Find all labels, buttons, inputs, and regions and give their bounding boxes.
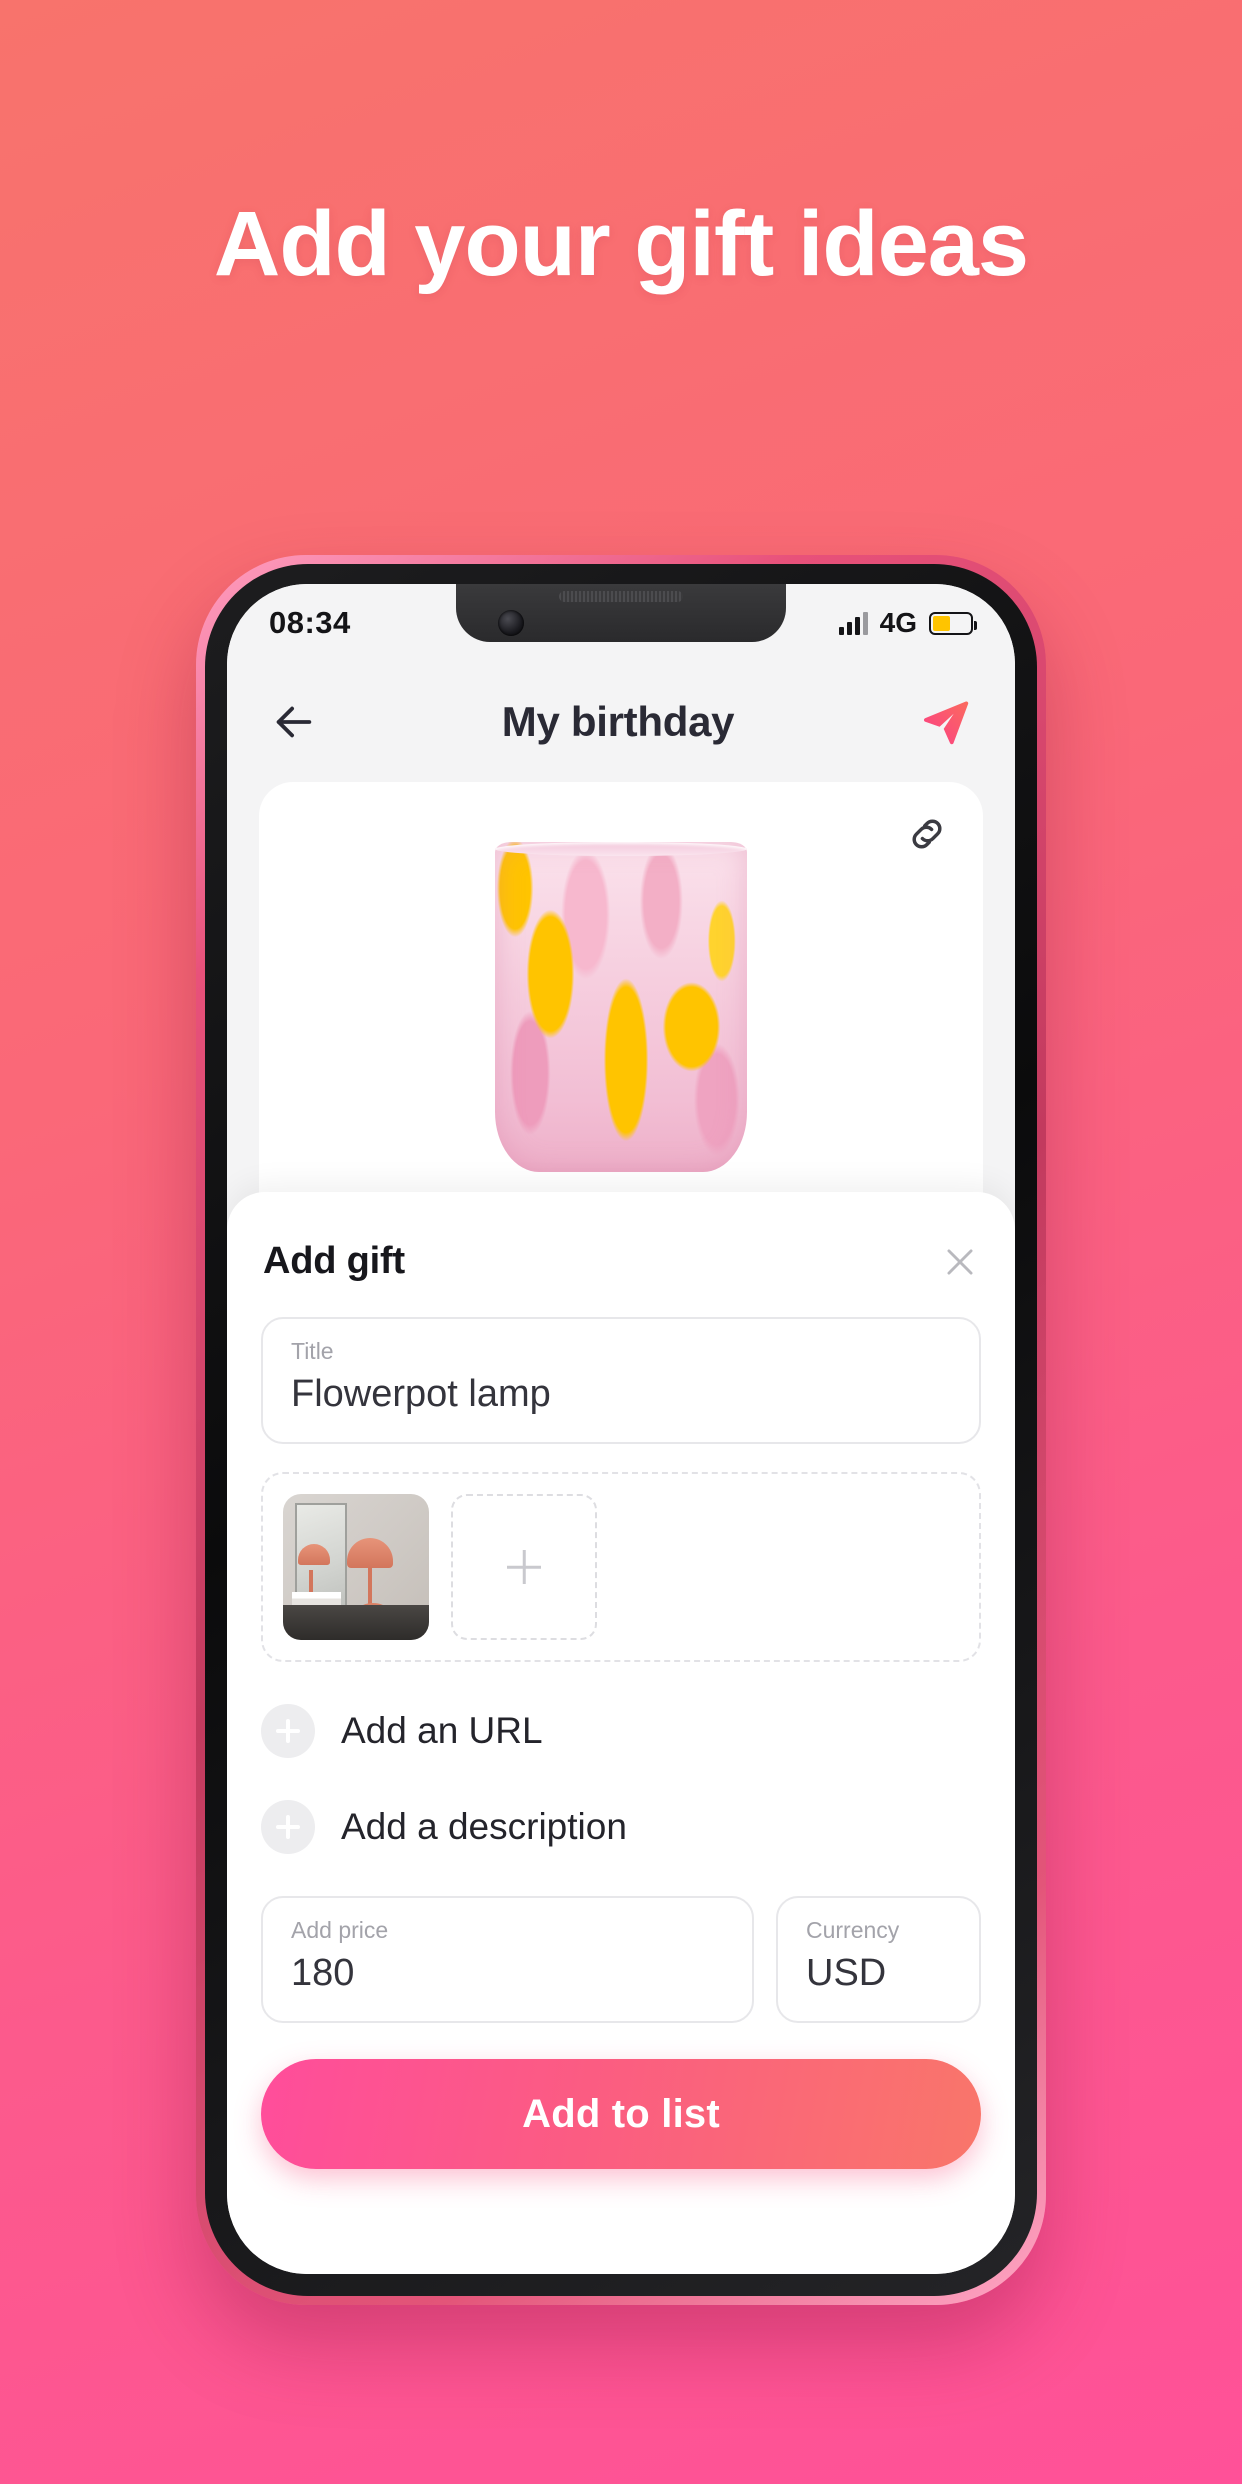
currency-field[interactable]: Currency USD (776, 1896, 981, 2024)
title-field-value: Flowerpot lamp (291, 1372, 551, 1415)
price-field[interactable]: Add price 180 (261, 1896, 754, 2024)
sheet-header: Add gift (261, 1192, 981, 1317)
add-photo-button[interactable] (451, 1494, 597, 1641)
price-currency-row: Add price 180 Currency USD (261, 1896, 981, 2024)
link-chain-icon[interactable] (905, 812, 949, 856)
earpiece-speaker-icon (559, 591, 683, 602)
status-indicators: 4G (838, 607, 977, 639)
phone-screen: 08:34 4G My birthday Add gift Title Flow… (227, 584, 1015, 2274)
photo-picker (261, 1472, 981, 1663)
promo-headline: Add your gift ideas (213, 193, 1029, 295)
front-camera-icon (498, 610, 524, 636)
signal-bars-icon (838, 611, 868, 635)
status-time: 08:34 (269, 605, 351, 640)
price-field-label: Add price (291, 1917, 389, 1944)
currency-field-label: Currency (806, 1917, 900, 1944)
back-arrow-icon[interactable] (271, 699, 317, 745)
sheet-title: Add gift (263, 1240, 405, 1282)
battery-icon (929, 611, 977, 635)
product-image-card (259, 782, 983, 1202)
close-x-icon[interactable] (941, 1243, 979, 1281)
plus-circle-icon (261, 1800, 315, 1855)
photo-thumbnail[interactable] (283, 1494, 429, 1641)
plus-circle-icon (261, 1704, 315, 1759)
app-header: My birthday (227, 662, 1015, 782)
plus-icon (507, 1550, 541, 1584)
price-field-value: 180 (291, 1952, 355, 1995)
title-field[interactable]: Title Flowerpot lamp (261, 1317, 981, 1445)
add-url-row[interactable]: Add an URL (261, 1704, 981, 1759)
glass-rim (495, 842, 747, 856)
title-field-label: Title (291, 1338, 334, 1364)
phone-notch (456, 584, 786, 642)
phone-mockup: 08:34 4G My birthday Add gift Title Flow… (196, 555, 1046, 2305)
send-plane-icon[interactable] (919, 696, 971, 748)
add-gift-sheet: Add gift Title Flowerpot lamp Add an URL… (227, 1192, 1015, 2274)
add-to-list-button[interactable]: Add to list (261, 2059, 981, 2170)
network-type-label: 4G (879, 607, 917, 638)
add-url-label: Add an URL (341, 1710, 543, 1752)
page-title: My birthday (501, 698, 735, 745)
thumbnail-lamp-head (347, 1537, 394, 1568)
thumbnail-table (283, 1605, 429, 1641)
add-description-label: Add a description (341, 1806, 627, 1848)
product-image-glass (495, 842, 747, 1172)
add-description-row[interactable]: Add a description (261, 1800, 981, 1855)
currency-field-value: USD (806, 1952, 887, 1995)
